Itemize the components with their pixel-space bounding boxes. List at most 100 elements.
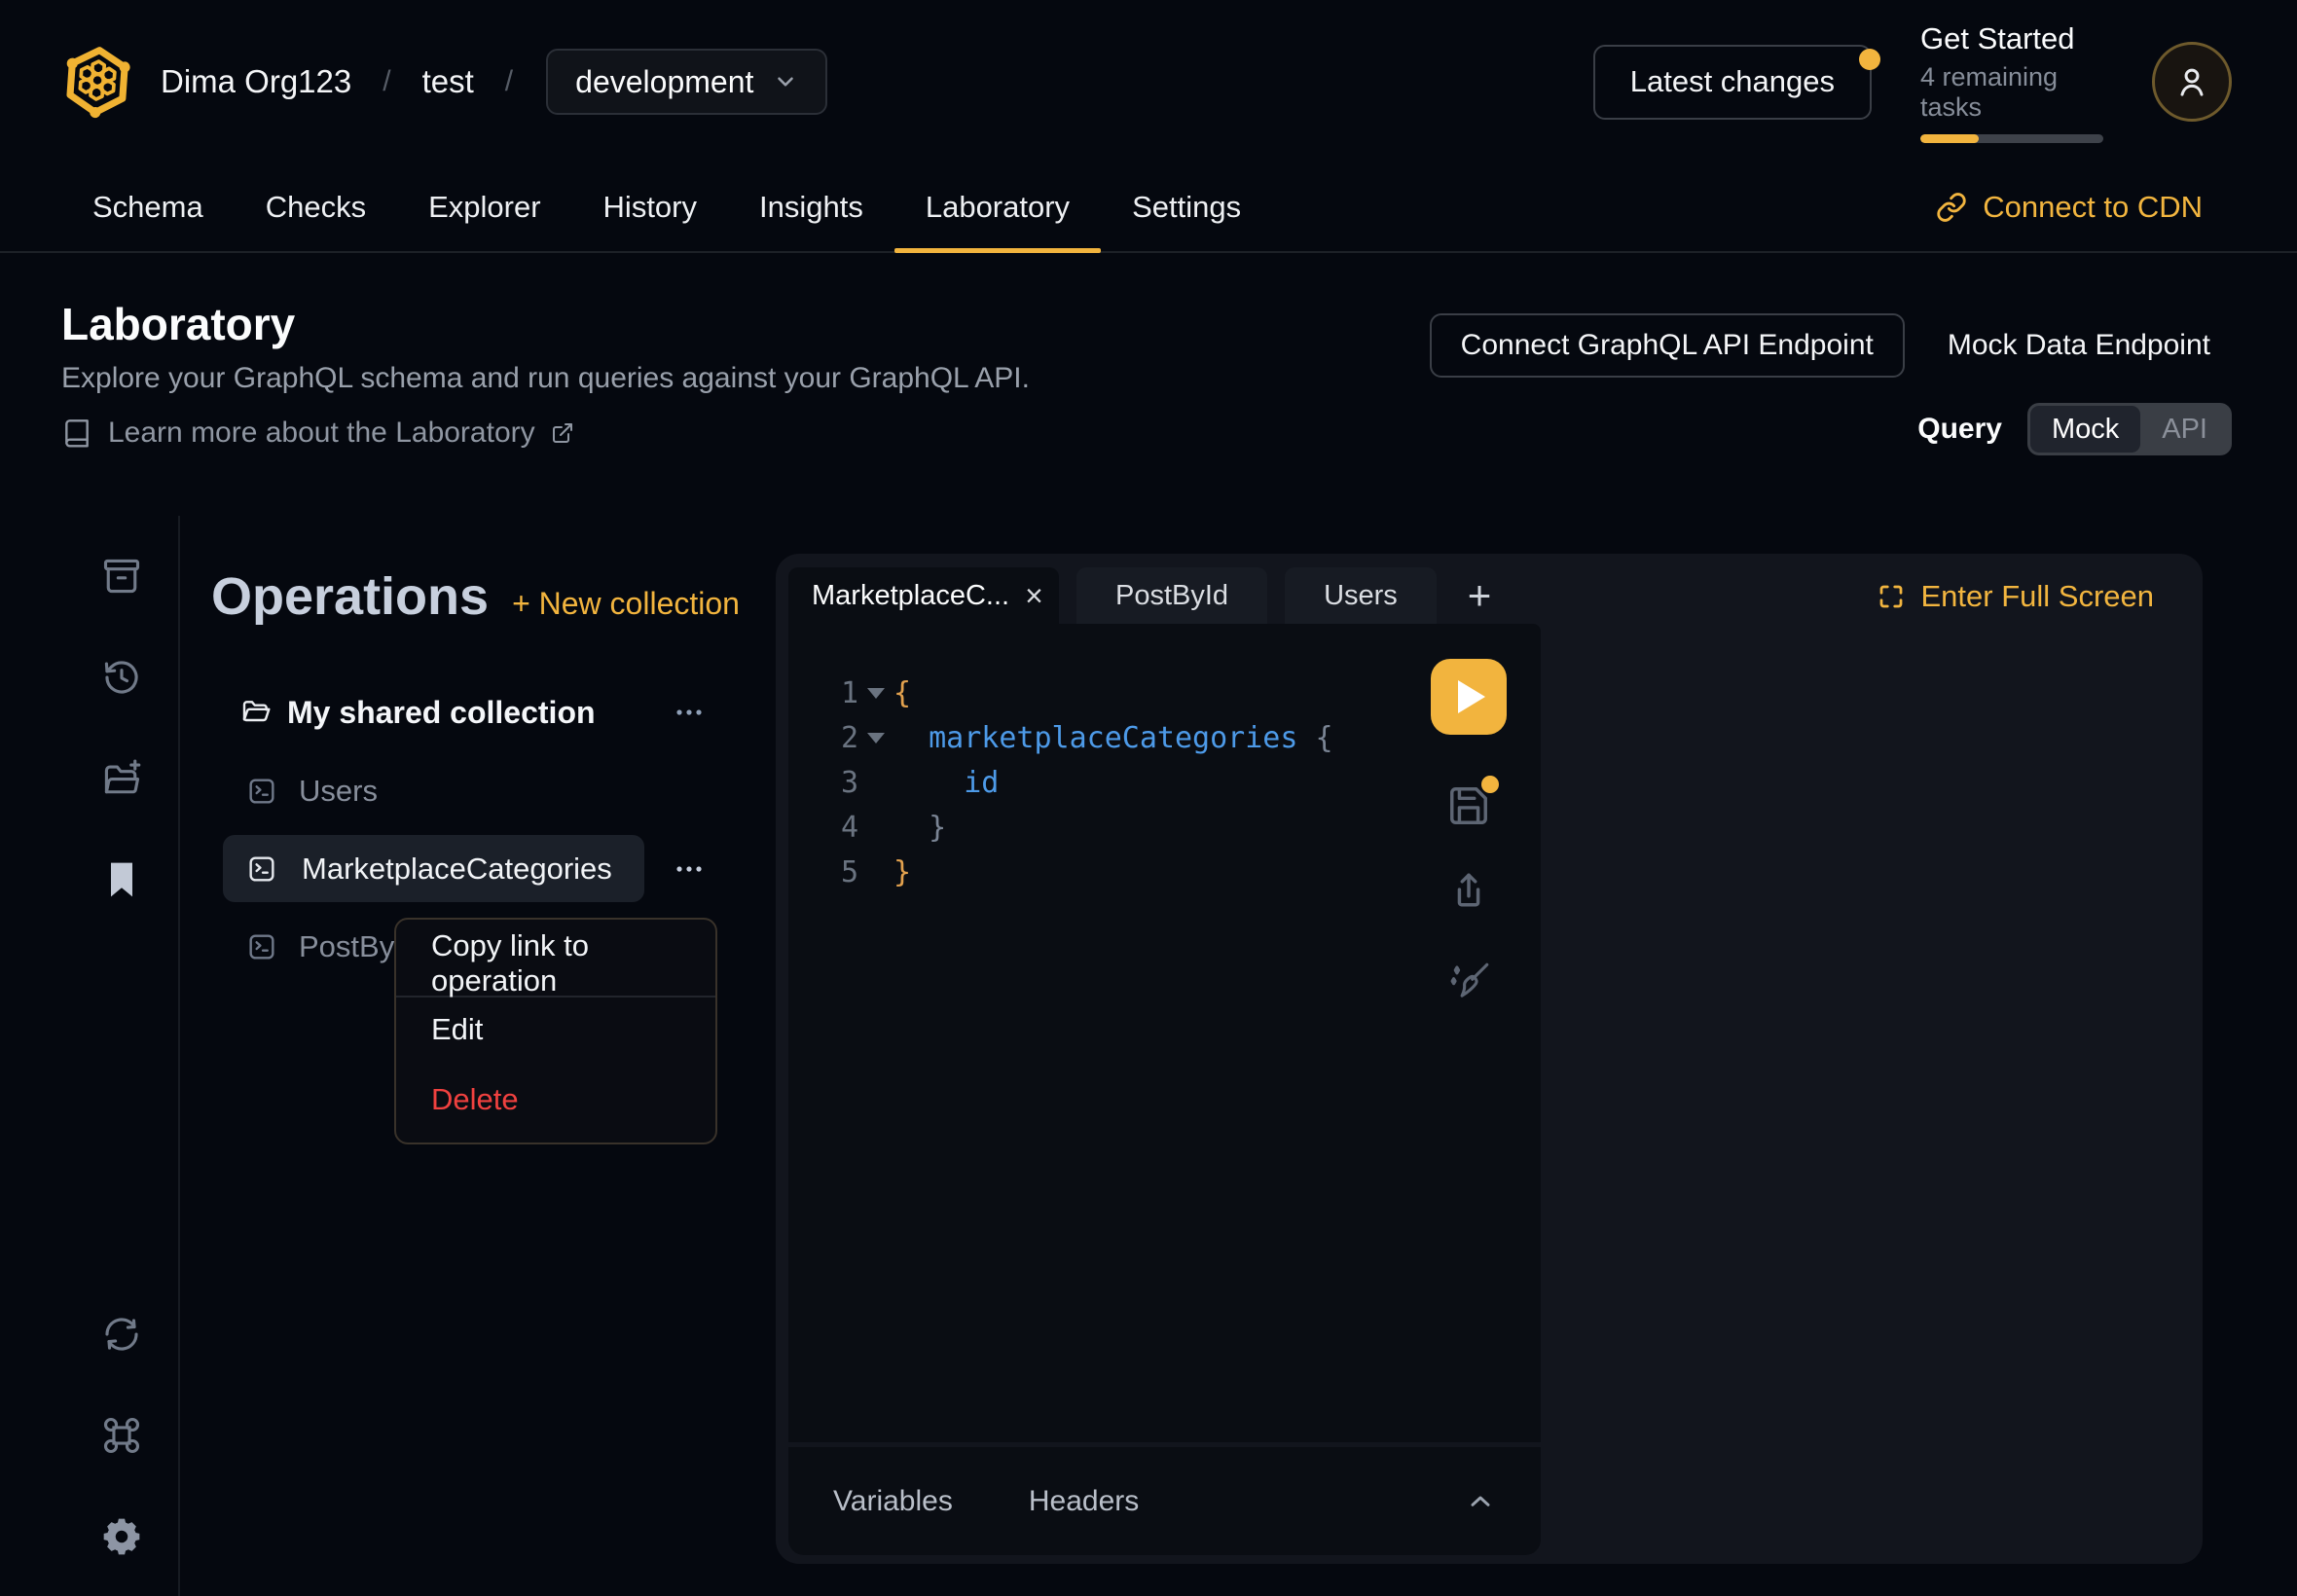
refresh-icon[interactable] bbox=[100, 1313, 143, 1356]
new-collection-button[interactable]: + New collection bbox=[512, 586, 740, 622]
latest-changes-button[interactable]: Latest changes bbox=[1593, 45, 1872, 120]
tool-sidebar bbox=[0, 516, 180, 1596]
archive-icon[interactable] bbox=[100, 555, 143, 598]
collection-row[interactable]: My shared collection bbox=[211, 694, 776, 731]
user-icon bbox=[2171, 61, 2212, 102]
target-dropdown-value: development bbox=[575, 64, 753, 100]
main-nav: Schema Checks Explorer History Insights … bbox=[0, 163, 2297, 253]
connect-to-cdn-label: Connect to CDN bbox=[1983, 190, 2203, 225]
sidebar-top-icons bbox=[100, 555, 178, 901]
code-line: 5 } bbox=[788, 850, 1541, 894]
get-started-title: Get Started bbox=[1920, 21, 2103, 56]
editor-tab-row: MarketplaceC... × PostById Users + bbox=[788, 567, 1541, 624]
line-number: 1 bbox=[788, 676, 858, 710]
code-line: 1 { bbox=[788, 671, 1541, 715]
prettify-button[interactable] bbox=[1444, 958, 1493, 1006]
editor-tab-users[interactable]: Users bbox=[1285, 567, 1437, 624]
share-button[interactable] bbox=[1446, 868, 1491, 913]
history-icon[interactable] bbox=[100, 656, 143, 699]
app-header: Dima Org123 / test / development Latest … bbox=[0, 0, 2297, 163]
tab-insights[interactable]: Insights bbox=[728, 163, 894, 251]
editor-footer: Variables Headers bbox=[788, 1447, 1541, 1555]
connect-to-cdn-link[interactable]: Connect to CDN bbox=[1936, 163, 2203, 251]
mock-data-endpoint-button[interactable]: Mock Data Endpoint bbox=[1948, 329, 2210, 362]
laboratory-panel: MarketplaceC... × PostById Users + 1 { 2… bbox=[776, 554, 2203, 1564]
book-icon bbox=[61, 417, 92, 449]
tab-explorer[interactable]: Explorer bbox=[397, 163, 571, 251]
save-button[interactable] bbox=[1446, 783, 1491, 828]
tab-settings[interactable]: Settings bbox=[1101, 163, 1272, 251]
query-mode-api[interactable]: API bbox=[2140, 406, 2229, 453]
tab-history[interactable]: History bbox=[572, 163, 728, 251]
enter-fullscreen-button[interactable]: Enter Full Screen bbox=[1877, 579, 2155, 614]
menu-item-edit[interactable]: Edit bbox=[396, 999, 715, 1060]
notification-dot bbox=[1859, 49, 1880, 70]
editor-tab-marketplacecategories[interactable]: MarketplaceC... × bbox=[788, 567, 1059, 624]
unsaved-dot bbox=[1481, 776, 1499, 793]
collapse-chevron-icon[interactable] bbox=[1465, 1486, 1496, 1517]
operation-label: MarketplaceCategories bbox=[302, 852, 612, 887]
connect-graphql-endpoint-button[interactable]: Connect GraphQL API Endpoint bbox=[1430, 313, 1905, 378]
run-query-button[interactable] bbox=[1431, 659, 1507, 735]
hive-logo-icon[interactable] bbox=[61, 43, 133, 121]
collection-name: My shared collection bbox=[287, 695, 596, 731]
get-started-subtitle: 4 remaining tasks bbox=[1920, 62, 2103, 123]
settings-gear-icon[interactable] bbox=[100, 1515, 143, 1558]
collection-more-icon[interactable] bbox=[675, 707, 703, 717]
operation-item-users[interactable]: Users bbox=[211, 775, 776, 808]
code-line: 3 id bbox=[788, 760, 1541, 805]
operation-item-marketplacecategories[interactable]: MarketplaceCategories bbox=[223, 835, 644, 902]
external-link-icon bbox=[551, 421, 574, 445]
line-number: 4 bbox=[788, 811, 858, 845]
editor-toolbar bbox=[1431, 659, 1507, 1006]
target-dropdown[interactable]: development bbox=[546, 49, 827, 115]
operation-label: Users bbox=[299, 774, 378, 809]
code-token: } bbox=[929, 811, 946, 845]
operations-title: Operations bbox=[211, 567, 489, 626]
operation-icon bbox=[246, 853, 277, 885]
close-icon[interactable]: × bbox=[1025, 580, 1043, 611]
content-area: Operations + New collection My shared co… bbox=[0, 516, 2297, 1596]
breadcrumb-org[interactable]: Dima Org123 bbox=[161, 63, 351, 100]
breadcrumb-separator: / bbox=[383, 65, 390, 98]
tab-schema[interactable]: Schema bbox=[61, 163, 235, 251]
add-tab-button[interactable]: + bbox=[1454, 567, 1506, 624]
editor-tab-postbyid[interactable]: PostById bbox=[1076, 567, 1267, 624]
menu-item-copy-link[interactable]: Copy link to operation bbox=[396, 933, 715, 994]
menu-item-delete[interactable]: Delete bbox=[396, 1070, 715, 1130]
page-title: Laboratory bbox=[61, 298, 295, 350]
progress-fill bbox=[1920, 134, 1979, 143]
folder-plus-icon[interactable] bbox=[100, 757, 143, 800]
query-editor[interactable]: 1 { 2 marketplaceCategories { 3 id 4 bbox=[788, 624, 1541, 1442]
bookmark-icon[interactable] bbox=[100, 858, 143, 901]
user-avatar[interactable] bbox=[2152, 42, 2232, 122]
endpoint-actions: Connect GraphQL API Endpoint Mock Data E… bbox=[1430, 313, 2210, 378]
get-started-widget[interactable]: Get Started 4 remaining tasks bbox=[1920, 21, 2103, 143]
breadcrumb-project[interactable]: test bbox=[422, 63, 474, 100]
operation-selected-wrap: MarketplaceCategories bbox=[211, 835, 776, 902]
code-token: { bbox=[1315, 721, 1332, 755]
query-mode-mock[interactable]: Mock bbox=[2030, 406, 2140, 453]
code-line: 2 marketplaceCategories { bbox=[788, 715, 1541, 760]
fold-toggle[interactable] bbox=[858, 688, 893, 699]
fold-toggle[interactable] bbox=[858, 733, 893, 744]
query-label: Query bbox=[1917, 413, 2002, 446]
code-token: } bbox=[893, 855, 911, 889]
chevron-down-icon bbox=[773, 69, 798, 94]
line-number: 2 bbox=[788, 721, 858, 755]
headers-tab[interactable]: Headers bbox=[1029, 1485, 1139, 1518]
fullscreen-icon bbox=[1877, 582, 1906, 611]
operation-more-icon[interactable] bbox=[675, 864, 703, 874]
tab-checks[interactable]: Checks bbox=[235, 163, 397, 251]
learn-more-link[interactable]: Learn more about the Laboratory bbox=[61, 417, 574, 450]
link-icon bbox=[1936, 192, 1967, 223]
editor-column: MarketplaceC... × PostById Users + 1 { 2… bbox=[788, 567, 1541, 1555]
tab-laboratory[interactable]: Laboratory bbox=[894, 163, 1101, 251]
command-icon[interactable] bbox=[100, 1414, 143, 1457]
variables-tab[interactable]: Variables bbox=[833, 1485, 953, 1518]
code-token: id bbox=[964, 766, 999, 800]
operation-icon bbox=[246, 776, 277, 807]
code-token: { bbox=[893, 676, 911, 710]
line-number: 5 bbox=[788, 855, 858, 889]
header-right: Latest changes Get Started 4 remaining t… bbox=[1593, 21, 2232, 143]
